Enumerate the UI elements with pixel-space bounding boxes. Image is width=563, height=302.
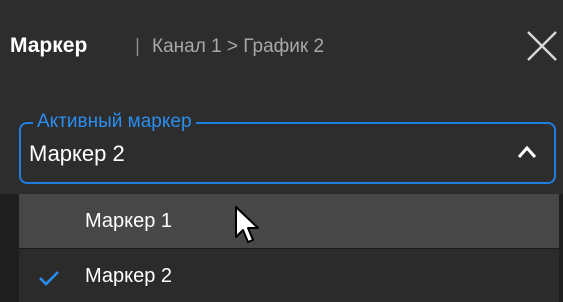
option-marker-1[interactable]: Маркер 1 [19, 194, 559, 248]
title-separator: | [135, 36, 140, 57]
chevron-up-icon [516, 144, 538, 160]
marker-dialog: Маркер | Канал 1 > График 2 Активный мар… [0, 0, 563, 302]
close-button[interactable] [524, 28, 560, 64]
option-label: Маркер 2 [85, 265, 173, 287]
close-icon [524, 28, 560, 64]
active-marker-value: Маркер 2 [29, 141, 125, 166]
dialog-header: Маркер | Канал 1 > График 2 [0, 0, 563, 88]
dialog-title: Маркер [10, 34, 88, 57]
check-icon [38, 270, 60, 286]
option-label: Маркер 1 [85, 210, 173, 232]
breadcrumb: Канал 1 > График 2 [152, 36, 325, 57]
option-marker-2[interactable]: Маркер 2 [19, 248, 559, 302]
marker-options-list: Маркер 1 Маркер 2 [19, 194, 559, 302]
active-marker-select[interactable]: Активный маркер Маркер 2 [19, 110, 556, 184]
active-marker-label: Активный маркер [33, 110, 196, 134]
